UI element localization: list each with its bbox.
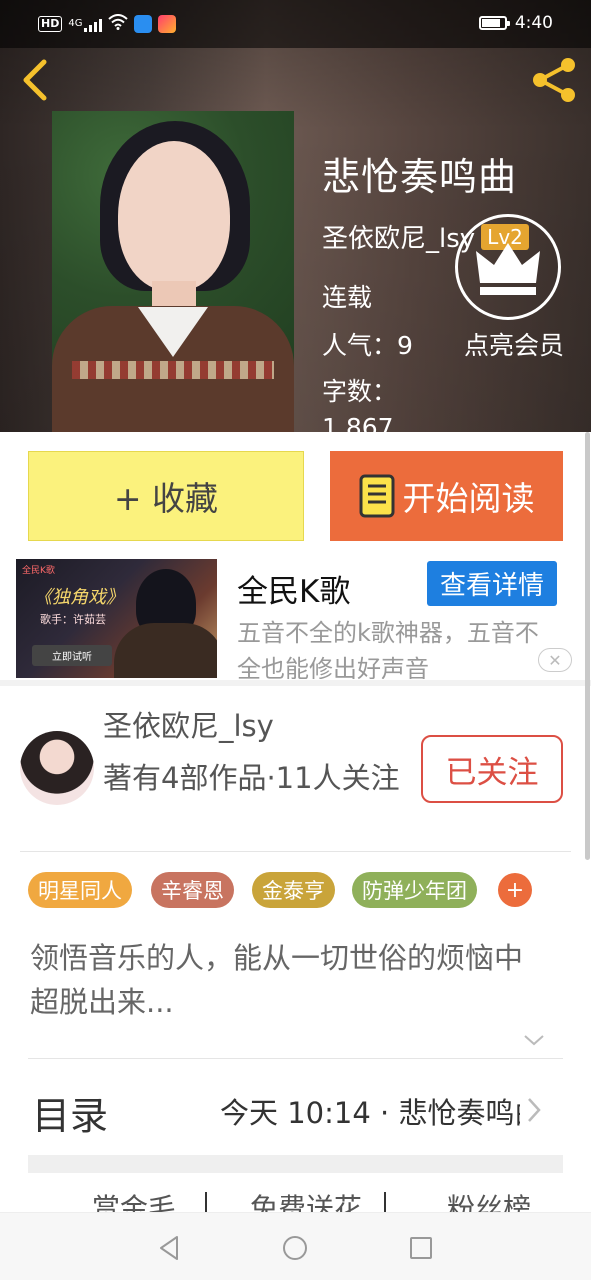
toc-arrow[interactable] bbox=[526, 1096, 542, 1124]
video-app-notification-icon bbox=[158, 14, 177, 33]
hd-indicator: HD bbox=[38, 15, 63, 32]
close-icon: ✕ bbox=[548, 650, 562, 670]
chevron-down-icon bbox=[524, 1035, 544, 1046]
system-nav-bar bbox=[0, 1212, 591, 1280]
battery-icon bbox=[478, 16, 510, 30]
start-reading-label: 开始阅读 bbox=[402, 479, 535, 518]
share-button[interactable] bbox=[528, 55, 580, 105]
ad-description[interactable]: 五音不全的k歌神器，五音不全也能修出好声音 bbox=[237, 615, 557, 679]
toc-latest-chapter[interactable]: 今天 10:14 · 悲怆奏鸣曲 bbox=[220, 1090, 520, 1132]
network-type: 4G bbox=[68, 18, 83, 29]
divider bbox=[20, 851, 571, 852]
collect-label: + 收藏 bbox=[113, 479, 219, 518]
tag-label: 金泰亨 bbox=[262, 879, 325, 903]
nav-recents-button[interactable] bbox=[406, 1233, 436, 1263]
vip-label[interactable]: 点亮会员 bbox=[464, 328, 564, 364]
tag-label: 防弹少年团 bbox=[362, 879, 467, 903]
section-divider bbox=[0, 680, 591, 686]
vip-crown-button[interactable] bbox=[455, 214, 561, 320]
author-card-name[interactable]: 圣依欧尼_lsy bbox=[103, 703, 274, 745]
wifi-icon bbox=[108, 14, 129, 33]
author-avatar[interactable] bbox=[20, 731, 94, 805]
back-button[interactable] bbox=[18, 58, 52, 102]
scrollbar[interactable] bbox=[585, 432, 590, 860]
ad-detail-button[interactable]: 查看详情 bbox=[427, 561, 557, 606]
ad-image-singer: 歌手：许茹芸 bbox=[40, 613, 106, 626]
ad-title[interactable]: 全民K歌 bbox=[237, 566, 350, 611]
share-icon bbox=[533, 58, 575, 102]
follow-button[interactable]: 已关注 bbox=[421, 735, 563, 803]
serial-status: 连载 bbox=[322, 283, 373, 312]
tab-fans-rank[interactable]: 粉丝榜 bbox=[447, 1192, 531, 1214]
divider bbox=[28, 1058, 563, 1059]
start-reading-button[interactable]: 开始阅读 bbox=[330, 451, 563, 541]
chevron-left-icon bbox=[23, 59, 47, 101]
tag-1[interactable]: 辛睿恩 bbox=[151, 872, 234, 908]
square-recents-icon bbox=[410, 1237, 432, 1259]
app-notification-icon bbox=[134, 14, 153, 33]
ad-close-button[interactable]: ✕ bbox=[538, 648, 572, 672]
tag-label: 辛睿恩 bbox=[161, 879, 224, 903]
expand-intro-button[interactable] bbox=[523, 1032, 545, 1046]
tag-2[interactable]: 金泰亨 bbox=[252, 872, 335, 908]
crown-icon bbox=[476, 243, 540, 295]
add-tag-button[interactable]: + bbox=[498, 873, 532, 907]
tab-free-flower[interactable]: 免费送花 bbox=[250, 1192, 362, 1214]
word-count: 字数：1,867 bbox=[322, 377, 398, 432]
triangle-back-icon bbox=[160, 1236, 178, 1260]
plus-icon: + bbox=[505, 877, 525, 903]
book-icon bbox=[359, 474, 394, 518]
author-card-info: 著有4部作品·11人关注 bbox=[103, 761, 400, 795]
tag-label: 明星同人 bbox=[38, 879, 122, 903]
book-introduction[interactable]: 领悟音乐的人，能从一切世俗的烦恼中超脱出来... bbox=[30, 936, 550, 1024]
bottom-tabs: 赏金毛 免费送花 粉丝榜 bbox=[0, 1192, 591, 1214]
divider bbox=[384, 1192, 386, 1214]
book-author-name[interactable]: 圣依欧尼_lsy bbox=[322, 218, 475, 255]
section-divider bbox=[28, 1155, 563, 1173]
ad-image[interactable]: 全民K歌 《独角戏》 歌手：许茹芸 立即试听 bbox=[16, 559, 217, 678]
tag-3[interactable]: 防弹少年团 bbox=[352, 872, 477, 908]
tab-reward[interactable]: 赏金毛 bbox=[92, 1192, 176, 1214]
nav-back-button[interactable] bbox=[155, 1233, 185, 1263]
tag-0[interactable]: 明星同人 bbox=[28, 872, 132, 908]
signal-icon bbox=[84, 16, 103, 32]
ad-image-brand: 全民K歌 bbox=[22, 566, 55, 576]
status-bar: HD 4G 4:40 bbox=[0, 0, 591, 48]
book-cover-image[interactable] bbox=[52, 111, 294, 432]
ad-image-play: 立即试听 bbox=[32, 645, 112, 666]
popularity: 人气：9 bbox=[322, 331, 413, 360]
clock: 4:40 bbox=[514, 13, 553, 33]
ad-image-song: 《独角戏》 bbox=[34, 587, 124, 608]
nav-home-button[interactable] bbox=[280, 1233, 310, 1263]
divider bbox=[205, 1192, 207, 1214]
collect-button[interactable]: + 收藏 bbox=[28, 451, 304, 541]
toc-label[interactable]: 目录 bbox=[32, 1085, 108, 1140]
chevron-right-icon bbox=[528, 1098, 541, 1122]
circle-home-icon bbox=[283, 1236, 307, 1260]
book-title: 悲怆奏鸣曲 bbox=[322, 155, 518, 199]
